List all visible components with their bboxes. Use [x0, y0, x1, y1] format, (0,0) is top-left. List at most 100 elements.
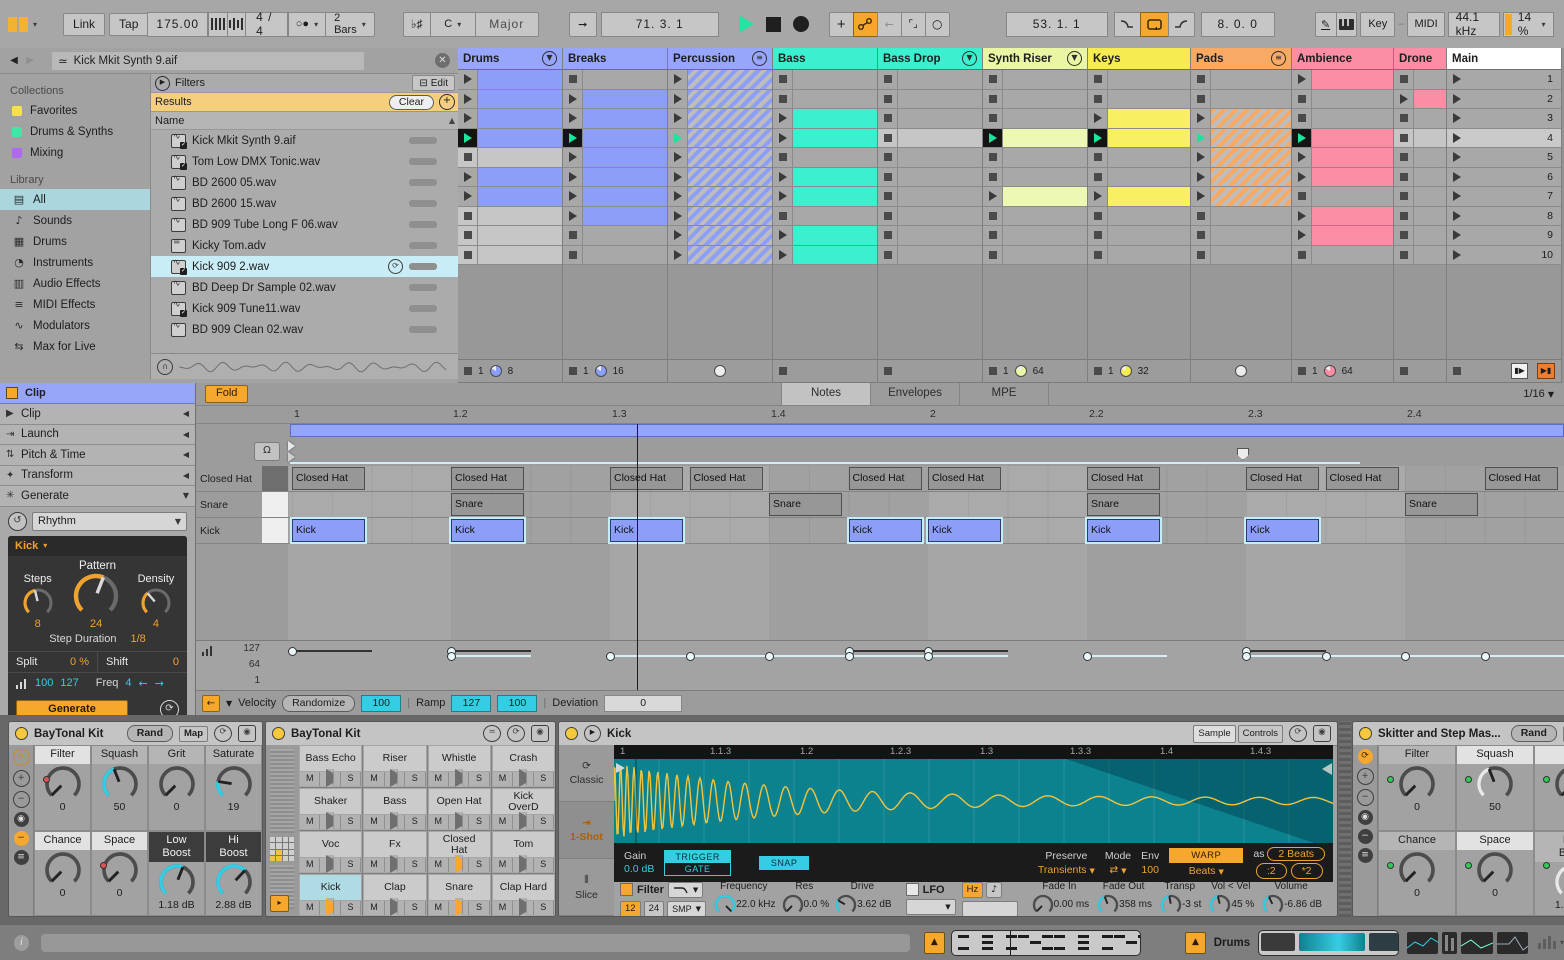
midi-note-kick[interactable]: Kick	[610, 519, 683, 542]
rack1-macro-grit[interactable]: Grit 0	[148, 745, 205, 831]
pad-mute-button[interactable]: M	[492, 772, 514, 786]
file-row[interactable]: BD 909 Clean 02.wav	[151, 319, 459, 340]
clip-launch-button[interactable]	[668, 226, 687, 245]
scene-launch-button[interactable]	[1447, 226, 1466, 245]
scene-launch-button[interactable]	[1447, 187, 1466, 206]
clip-slot[interactable]	[1394, 226, 1446, 246]
midi-note-snare[interactable]: Snare	[451, 493, 524, 516]
clip-slot[interactable]	[773, 245, 877, 265]
pad-mute-button[interactable]: M	[300, 858, 321, 872]
lfo-rate-box[interactable]	[961, 900, 1018, 916]
warp-button[interactable]: WARP	[1169, 848, 1244, 863]
clip-launch-button[interactable]	[563, 148, 582, 167]
simpler-mode-classic[interactable]: ⟳ Classic	[559, 745, 614, 802]
output-meter-icon[interactable]	[1538, 936, 1556, 949]
clip-tab-generate[interactable]: ✳ Generate ▼	[0, 486, 195, 507]
pad-mute-button[interactable]: M	[492, 858, 514, 872]
clip-launch-button[interactable]	[878, 148, 897, 167]
pad-play-button[interactable]	[448, 898, 470, 916]
pad-solo-button[interactable]: S	[405, 772, 426, 786]
browser-back-button[interactable]: ◀	[6, 52, 22, 70]
clip-launch-button[interactable]	[1292, 109, 1311, 128]
clip-launch-button[interactable]	[668, 246, 687, 265]
pad-solo-button[interactable]: S	[533, 901, 555, 915]
gain-value[interactable]: 0.0 dB	[624, 863, 654, 876]
track-header-drone[interactable]: Drone	[1394, 48, 1446, 70]
computer-midi-keyboard-button[interactable]	[1335, 11, 1358, 37]
rack2-macro-filter[interactable]: Filter 0	[1378, 745, 1456, 831]
file-row[interactable]: BD Deep Dr Sample 02.wav	[151, 277, 459, 298]
pad-play-button[interactable]	[320, 898, 341, 916]
scene-launch-button[interactable]	[1447, 90, 1466, 109]
loop-toggle-icon[interactable]: Ω	[254, 442, 280, 461]
clip-launch-button[interactable]	[1292, 128, 1311, 147]
clip-slot[interactable]	[1088, 245, 1190, 265]
clip-launch-button[interactable]	[983, 109, 1002, 128]
chain-list-icon[interactable]: ≡	[1357, 848, 1373, 863]
warp-half-button[interactable]: :2	[1255, 862, 1287, 879]
lane-collapse-button[interactable]: ←	[202, 694, 220, 712]
pad-mute-button[interactable]: M	[428, 858, 449, 872]
clip-launch-button[interactable]	[1191, 226, 1210, 245]
clip-slot[interactable]	[1088, 109, 1190, 129]
randomize-button[interactable]: Randomize	[282, 694, 356, 712]
simpler-knob-fade-in[interactable]: Fade In 0.00 ms	[1030, 881, 1089, 917]
filter-checkbox[interactable]	[620, 883, 633, 896]
clip-slot[interactable]	[1292, 89, 1393, 109]
clip-launch-button[interactable]	[773, 207, 792, 226]
clip-slot[interactable]	[878, 245, 982, 265]
midi-note-closed-hat[interactable]: Closed Hat	[1087, 467, 1160, 490]
velocity-marker[interactable]	[765, 651, 774, 661]
track-header-percussion[interactable]: Percussion ≡	[668, 48, 772, 70]
filters-edit-button[interactable]: ⊟ Edit	[412, 75, 455, 91]
stop-all-clips-button[interactable]: ▶▮	[1537, 363, 1555, 379]
track-header-synth-riser[interactable]: Synth Riser ▼	[983, 48, 1087, 70]
clip-slot[interactable]	[878, 206, 982, 226]
clip-launch-button[interactable]	[1191, 109, 1210, 128]
clip-launch-button[interactable]	[1292, 226, 1311, 245]
clip-launch-button[interactable]	[458, 90, 477, 109]
midi-note-closed-hat[interactable]: Closed Hat	[689, 467, 763, 490]
track-stop-all-icon[interactable]	[464, 367, 472, 375]
nudge-up-button[interactable]	[226, 11, 246, 37]
pad-mute-button[interactable]: M	[428, 901, 449, 915]
drum-pad-snare[interactable]: Snare M S	[427, 874, 491, 916]
ramp-from-value[interactable]: 127	[451, 694, 492, 712]
clip-launch-button[interactable]	[1394, 129, 1413, 148]
track-status-keys[interactable]: 1 32	[1088, 359, 1190, 383]
browser-forward-button[interactable]: ▶	[22, 52, 38, 70]
clip-slot[interactable]	[1191, 70, 1291, 90]
lane-select-arrow[interactable]: ▼	[226, 699, 232, 708]
lfo-type-select[interactable]: ▼	[905, 899, 956, 915]
sort-arrow-icon[interactable]: ▲	[449, 116, 455, 125]
device-thumb-2[interactable]	[1442, 931, 1458, 954]
sidebar-item-audio-effects[interactable]: ▥ Audio Effects	[0, 273, 150, 294]
track-menu-icon[interactable]: ▼	[1067, 51, 1082, 66]
loop-start[interactable]: 53. 1. 1	[1005, 11, 1108, 37]
clip-slot[interactable]	[1088, 187, 1190, 207]
clip-launch-button[interactable]	[1394, 168, 1413, 187]
clip-slot[interactable]	[458, 128, 562, 148]
re-enable-automation-button[interactable]: ←	[876, 11, 901, 37]
midi-note-kick[interactable]: Kick	[1246, 519, 1319, 542]
punch-in-button[interactable]	[1113, 11, 1140, 37]
clip-launch-button[interactable]	[983, 226, 1002, 245]
velocity-max-value[interactable]: 127	[60, 677, 78, 689]
filter-source-select[interactable]: SMP ▼	[667, 900, 707, 916]
clip-slot[interactable]	[458, 206, 562, 226]
clip-launch-button[interactable]	[1088, 246, 1107, 265]
note-row-snare[interactable]: Snare Snare Snare Snare	[288, 492, 1564, 518]
generator-history-button[interactable]: ↺	[8, 511, 27, 531]
clip-launch-button[interactable]	[563, 246, 582, 265]
clip-launch-button[interactable]	[1292, 246, 1311, 265]
collapse-arrow-icon[interactable]: ◀	[183, 430, 189, 439]
follow-button[interactable]: ➞	[568, 11, 597, 37]
clip-slot[interactable]	[1394, 245, 1446, 265]
clip-slot[interactable]	[668, 89, 772, 109]
pad-solo-button[interactable]: S	[405, 901, 426, 915]
pad-solo-button[interactable]: S	[405, 815, 426, 829]
group-fold-icon[interactable]: ≡	[1271, 51, 1286, 66]
clip-launch-button[interactable]	[1191, 168, 1210, 187]
clip-slot[interactable]	[878, 148, 982, 168]
track-stop-all-icon[interactable]	[1298, 367, 1306, 375]
